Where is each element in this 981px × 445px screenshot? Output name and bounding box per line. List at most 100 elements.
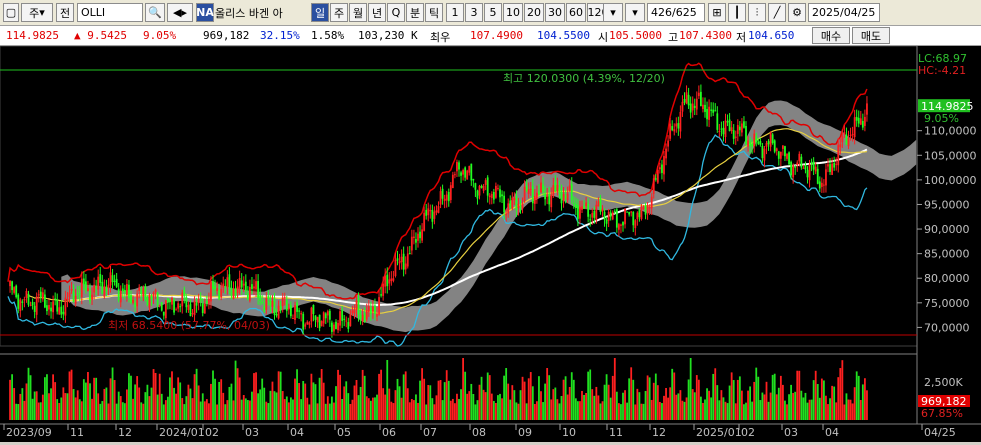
volume-bar (650, 399, 653, 420)
candle (39, 291, 42, 298)
candle (788, 152, 790, 165)
speaker-icon[interactable]: ◀▸ (167, 3, 193, 22)
volume-bar (538, 376, 540, 420)
candle (525, 185, 528, 191)
volume-bar (115, 403, 118, 420)
candle (829, 164, 831, 172)
interval-button[interactable]: 1 (446, 3, 464, 22)
volume-bar (31, 398, 34, 420)
volume-bar (197, 385, 200, 420)
volume-bar (91, 398, 93, 420)
volume-bar (413, 400, 415, 420)
volume-bar (132, 398, 134, 420)
volume-bar (519, 390, 522, 420)
candle (790, 161, 792, 176)
volume-bar (302, 381, 305, 420)
candle (490, 194, 493, 198)
candle (132, 299, 134, 303)
search-icon[interactable]: 🔍 (145, 3, 165, 22)
grid-icon[interactable]: ⊞ (708, 3, 726, 22)
candle (304, 324, 307, 327)
candle (367, 306, 370, 312)
candle (285, 300, 288, 311)
candle (337, 322, 339, 331)
volume-bar (345, 381, 348, 420)
candle (507, 203, 510, 214)
price-tick-label: 105,0000 (924, 149, 977, 162)
volume-bar (564, 376, 567, 420)
sell-button[interactable]: 매도 (852, 27, 890, 44)
candle (642, 207, 645, 209)
volume-bar (536, 401, 538, 420)
candle (361, 314, 364, 322)
period-tab[interactable]: 주 (330, 3, 348, 22)
candle (156, 292, 159, 306)
volume-bar (470, 383, 473, 420)
interval-button[interactable]: 20 (524, 3, 544, 22)
price-tick-label: 110,0000 (924, 125, 977, 138)
price-chart[interactable]: 최고 120.0300 (4.39%, 12/20) 최저 68.5400 (57… (0, 45, 981, 442)
volume-bar (505, 368, 508, 420)
volume-bar (572, 379, 575, 420)
buy-button[interactable]: 매수 (812, 27, 850, 44)
candle (702, 104, 704, 110)
volume-bar (864, 378, 866, 420)
interval-button[interactable]: 3 (465, 3, 483, 22)
gear-icon[interactable]: ⚙ (788, 3, 806, 22)
volume-bar (306, 397, 309, 420)
period-tab[interactable]: 월 (349, 3, 367, 22)
candle (111, 275, 114, 283)
candle (470, 163, 473, 181)
interval-button[interactable]: 10 (503, 3, 523, 22)
bollinger-upper (7, 62, 868, 300)
open-label: 시 (598, 31, 609, 44)
date-field[interactable]: 2025/04/25 (808, 3, 880, 22)
indicator-icon[interactable]: ⫶ (748, 3, 766, 22)
candle (27, 293, 30, 305)
chevron-down-icon[interactable]: ▾ (625, 3, 645, 22)
candle (257, 280, 259, 299)
volume-bar (388, 388, 391, 420)
volume-bar (76, 390, 79, 420)
volume-bar (380, 369, 382, 420)
interval-button[interactable]: 60 (566, 3, 586, 22)
volume-bar (433, 404, 436, 420)
volume-bar (679, 390, 682, 420)
interval-button[interactable]: 30 (545, 3, 565, 22)
volume-bar (191, 398, 194, 420)
candle-icon[interactable]: ┃ (728, 3, 746, 22)
market-select[interactable]: 주 ▾ (21, 3, 53, 22)
candle (60, 306, 63, 315)
chart-canvas[interactable]: 최고 120.0300 (4.39%, 12/20) 최저 68.5400 (57… (0, 45, 981, 442)
period-tab[interactable]: Q (387, 3, 405, 22)
bar-count-field[interactable]: 426/625 (647, 3, 705, 22)
volume-bar (632, 379, 635, 420)
candle (13, 287, 16, 293)
volume-bar (103, 388, 106, 420)
window-icon[interactable]: ▢ (3, 3, 19, 22)
volume-bar (466, 393, 469, 420)
volume-bar (712, 373, 715, 420)
open-price: 105.5000 (609, 29, 662, 42)
candle (21, 301, 24, 303)
volume-bar (845, 393, 848, 420)
candle (851, 134, 854, 136)
interval-button[interactable]: 5 (484, 3, 502, 22)
candle (154, 289, 157, 293)
volume-bar (331, 396, 333, 420)
volume-bar (316, 403, 319, 420)
period-tab[interactable]: 틱 (425, 3, 443, 22)
mode-button[interactable]: 전 (56, 3, 74, 22)
symbol-input[interactable]: OLLI (77, 3, 143, 22)
volume-bar (730, 372, 733, 420)
period-tab[interactable]: 일 (311, 3, 329, 22)
interval-dropdown-icon[interactable]: ▾ (603, 3, 623, 22)
candle (601, 208, 604, 212)
candle (634, 220, 637, 229)
period-tab[interactable]: 년 (368, 3, 386, 22)
volume-bar (755, 367, 758, 420)
draw-icon[interactable]: ╱ (768, 3, 786, 22)
candle (810, 162, 813, 165)
candle (792, 165, 795, 178)
period-tab[interactable]: 분 (406, 3, 424, 22)
